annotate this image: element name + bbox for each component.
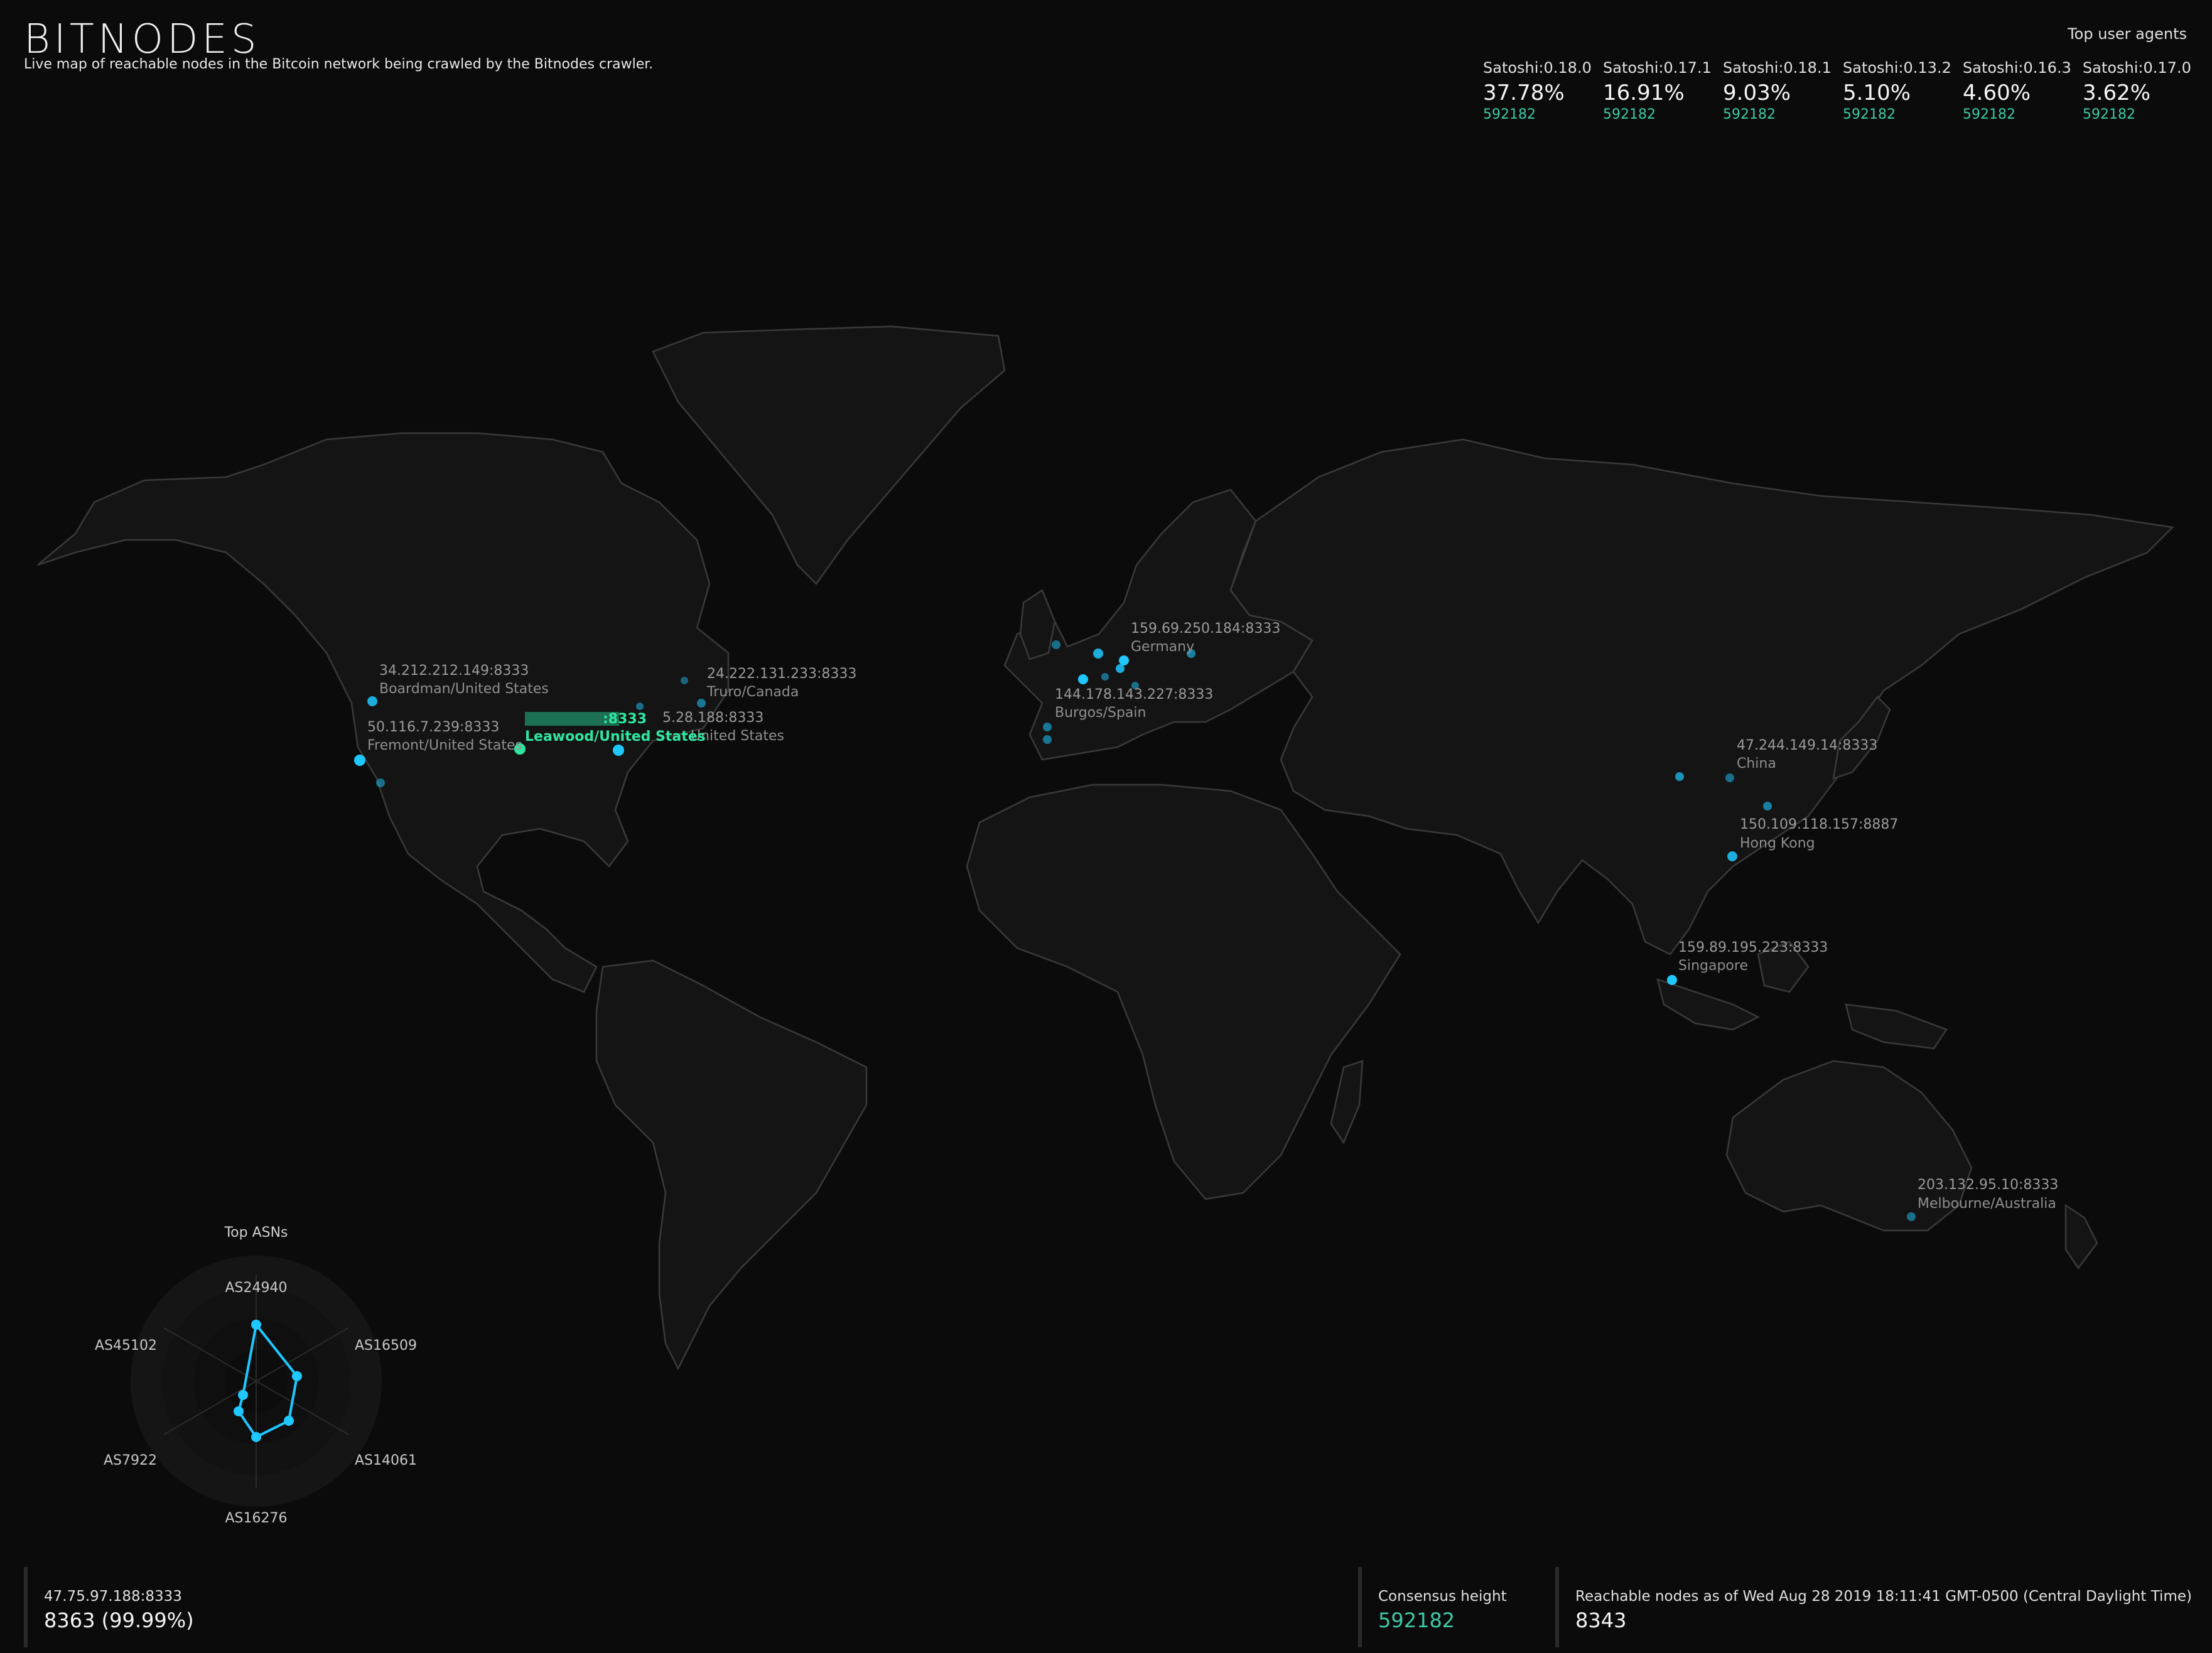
node-marker[interactable] bbox=[1763, 802, 1772, 810]
node-location-label: Hong Kong bbox=[1740, 836, 1815, 851]
asn-label: AS7922 bbox=[104, 1453, 157, 1468]
reachable-nodes-label: Reachable nodes as of Wed Aug 28 2019 18… bbox=[1575, 1588, 2192, 1605]
node-marker[interactable] bbox=[613, 745, 624, 756]
consensus-height-value: 592182 bbox=[1378, 1608, 1455, 1632]
node-location-label: China bbox=[1737, 756, 1776, 772]
node-location-label: Germany bbox=[1131, 639, 1194, 655]
node-address-label: 144.178.143.227:8333 bbox=[1055, 687, 1213, 703]
node-marker[interactable] bbox=[1675, 772, 1684, 781]
node-marker[interactable] bbox=[681, 677, 688, 684]
node-marker[interactable] bbox=[697, 699, 706, 708]
node-marker[interactable] bbox=[1043, 723, 1052, 731]
node-address-label: 5.28.188:8333 bbox=[662, 710, 763, 726]
consensus-height-label: Consensus height bbox=[1378, 1588, 1507, 1605]
asn-label: AS24940 bbox=[225, 1280, 288, 1296]
reachable-nodes-stat: Reachable nodes as of Wed Aug 28 2019 18… bbox=[1555, 1567, 2192, 1647]
node-location-label: Burgos/Spain bbox=[1055, 705, 1146, 721]
highlight-node-address: :8333 bbox=[603, 711, 647, 727]
node-address-label: 34.212.212.149:8333 bbox=[379, 663, 529, 679]
current-node-value: 8363 (99.99%) bbox=[44, 1608, 194, 1632]
node-marker[interactable] bbox=[1093, 649, 1103, 659]
asn-label: AS45102 bbox=[95, 1338, 157, 1354]
node-marker[interactable] bbox=[1727, 851, 1737, 861]
node-address-label: 159.89.195.223:8333 bbox=[1678, 940, 1828, 956]
node-marker[interactable] bbox=[1116, 664, 1125, 673]
node-location-label: Melbourne/Australia bbox=[1918, 1196, 2056, 1212]
world-map[interactable]: 34.212.212.149:8333 Boardman/United Stat… bbox=[0, 0, 2212, 1653]
node-address-label: 150.109.118.157:8887 bbox=[1740, 817, 1898, 832]
node-marker[interactable] bbox=[367, 696, 377, 706]
node-address-label: 47.244.149.14:8333 bbox=[1737, 738, 1877, 753]
node-address-label: 159.69.250.184:8333 bbox=[1131, 621, 1280, 637]
highlight-node-location: Leawood/United States bbox=[525, 729, 706, 745]
asn-label: AS16276 bbox=[225, 1510, 288, 1526]
node-marker[interactable] bbox=[1119, 655, 1129, 665]
node-address-label: 24.222.131.233:8333 bbox=[707, 666, 856, 682]
current-node-address: 47.75.97.188:8333 bbox=[44, 1588, 182, 1605]
node-marker[interactable] bbox=[376, 778, 385, 787]
asn-label: AS16509 bbox=[355, 1338, 417, 1354]
node-location-label: Fremont/United States bbox=[367, 738, 522, 753]
node-location-label: Truro/Canada bbox=[706, 684, 799, 700]
node-marker[interactable] bbox=[1725, 773, 1734, 782]
node-address-label: 50.116.7.239:8333 bbox=[367, 719, 499, 735]
reachable-nodes-value[interactable]: 8343 bbox=[1575, 1608, 2192, 1632]
node-marker[interactable] bbox=[1052, 640, 1060, 649]
node-marker[interactable] bbox=[1101, 673, 1109, 681]
asn-label: AS14061 bbox=[355, 1453, 417, 1468]
node-marker[interactable] bbox=[1667, 975, 1677, 985]
node-location-label: Singapore bbox=[1678, 958, 1748, 974]
consensus-height-stat: Consensus height 592182 bbox=[1358, 1567, 1507, 1647]
node-location-label: Boardman/United States bbox=[379, 681, 549, 697]
node-address-label: 203.132.95.10:8333 bbox=[1918, 1177, 2058, 1193]
node-marker[interactable] bbox=[1078, 674, 1088, 684]
node-marker[interactable] bbox=[636, 703, 644, 710]
node-marker[interactable] bbox=[354, 755, 365, 766]
current-node-stat: 47.75.97.188:8333 8363 (99.99%) bbox=[24, 1567, 194, 1647]
node-marker[interactable] bbox=[1907, 1212, 1916, 1221]
node-marker[interactable] bbox=[1043, 735, 1052, 744]
top-asns-title: Top ASNs bbox=[224, 1225, 288, 1241]
top-asns-radar: Top ASNs AS24940 AS16509 AS14061 AS16276… bbox=[95, 1225, 417, 1526]
landmass bbox=[37, 325, 2174, 1370]
